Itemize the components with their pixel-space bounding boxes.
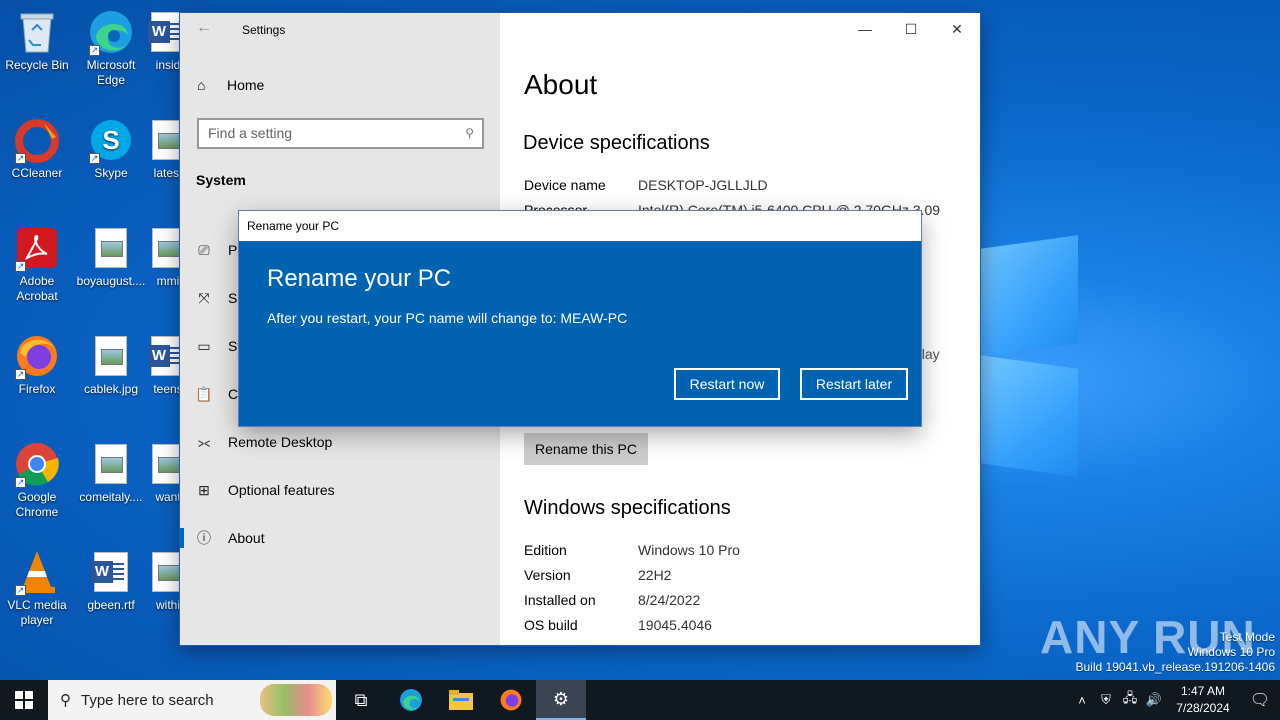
show-hidden-icons-icon[interactable]: ˄ (1070, 693, 1094, 708)
taskbar-edge-icon[interactable] (386, 680, 436, 720)
image-file-icon (87, 440, 135, 488)
desktop-icon-skype[interactable]: S ↗ Skype (74, 116, 148, 181)
vlc-icon: ↗ (13, 548, 61, 596)
clock[interactable]: 1:47 AM 7/28/2024 (1166, 683, 1240, 717)
defender-icon[interactable]: ⛨ (1094, 692, 1118, 708)
sidebar-item-home[interactable]: ⌂ Home (197, 77, 264, 93)
image-file-icon (87, 332, 135, 380)
taskbar-firefox-icon[interactable] (486, 680, 536, 720)
find-setting-input[interactable]: Find a setting ⚲ (197, 118, 484, 149)
remote-desktop-icon: ⪥ (197, 433, 211, 450)
volume-icon[interactable]: 🔊 (1142, 692, 1166, 708)
spec-row-installed-on: Installed on 8/24/2022 (524, 592, 701, 608)
search-icon: ⚲ (60, 692, 71, 709)
sidebar-item-optional-features[interactable]: ⊞ Optional features (180, 470, 500, 510)
rename-this-pc-button[interactable]: Rename this PC (524, 433, 648, 465)
windows-specifications-heading: Windows specifications (524, 497, 731, 519)
search-highlight-art (260, 684, 332, 716)
maximize-icon[interactable]: ☐ (888, 13, 934, 45)
close-icon[interactable]: ✕ (934, 13, 980, 45)
desktop-icon-firefox[interactable]: ↗ Firefox (0, 332, 74, 397)
page-title: About (524, 69, 598, 100)
network-icon[interactable]: 🖧 (1118, 689, 1142, 711)
task-view-icon[interactable]: ⧉ (336, 680, 386, 720)
dialog-heading: Rename your PC (267, 265, 452, 292)
components-icon: ▭ (197, 337, 211, 354)
system-tray: ˄ ⛨ 🖧 🔊 1:47 AM 7/28/2024 🗨 (1070, 680, 1280, 720)
window-controls: — ☐ ✕ (842, 13, 980, 45)
rename-pc-dialog: Rename your PC Rename your PC After you … (239, 211, 921, 426)
device-name-row: Device name DESKTOP-JGLLJLD (524, 177, 768, 193)
desktop-icon-ccleaner[interactable]: ↗ CCleaner (0, 116, 74, 181)
desktop-icon-comeitaly[interactable]: comeitaly.... (74, 440, 148, 505)
edge-icon: ↗ (87, 8, 135, 56)
shared-experiences-icon: ⤧ (198, 289, 210, 306)
projector-icon: ⎚ (198, 241, 210, 258)
dialog-message: After you restart, your PC name will cha… (267, 310, 628, 326)
sidebar-section-title: System (196, 172, 246, 188)
info-icon: ⓘ (197, 530, 211, 546)
windows-start-icon (15, 691, 33, 709)
dialog-title: Rename your PC (239, 211, 921, 241)
test-mode-text: Test Mode Windows 10 Pro Build 19041.vb_… (1075, 630, 1276, 674)
desktop-icon-recycle-bin[interactable]: Recycle Bin (0, 8, 74, 73)
notifications-icon[interactable]: 🗨 (1240, 690, 1280, 710)
taskbar-settings-icon[interactable]: ⚙ (536, 680, 586, 720)
image-file-icon (87, 224, 135, 272)
minimize-icon[interactable]: — (842, 13, 888, 45)
taskbar-search-box[interactable]: ⚲ Type here to search (48, 680, 336, 720)
search-icon: ⚲ (465, 126, 474, 140)
optional-features-icon: ⊞ (198, 481, 210, 498)
dialog-body: Rename your PC After you restart, your P… (239, 241, 921, 426)
svg-text:S: S (102, 125, 119, 155)
restart-later-button[interactable]: Restart later (800, 368, 908, 400)
ccleaner-icon: ↗ (13, 116, 61, 164)
firefox-icon: ↗ (13, 332, 61, 380)
device-specifications-heading: Device specifications (523, 132, 710, 154)
home-icon: ⌂ (197, 77, 206, 93)
desktop-icon-boyaugust[interactable]: boyaugust.... (74, 224, 148, 289)
spec-row-os-build: OS build 19045.4046 (524, 617, 712, 633)
desktop-icon-edge[interactable]: ↗ Microsoft Edge (74, 8, 148, 88)
sidebar-item-remote-desktop[interactable]: ⪥ Remote Desktop (180, 422, 500, 462)
acrobat-icon: ↗ (13, 224, 61, 272)
desktop-icon-gbeen[interactable]: W gbeen.rtf (74, 548, 148, 613)
restart-now-button[interactable]: Restart now (674, 368, 780, 400)
back-arrow-icon[interactable]: ← (196, 19, 212, 37)
clipboard-icon: 📋 (195, 385, 213, 402)
start-button[interactable] (0, 680, 48, 720)
window-title: Settings (242, 23, 286, 37)
recycle-bin-icon (13, 8, 61, 56)
chrome-icon: ↗ (13, 440, 61, 488)
desktop-icon-cablek[interactable]: cablek.jpg (74, 332, 148, 397)
skype-icon: S ↗ (87, 116, 135, 164)
desktop-icon-vlc[interactable]: ↗ VLC media player (0, 548, 74, 628)
sidebar-item-about[interactable]: ⓘ About (180, 518, 500, 558)
taskbar: ⚲ Type here to search ⧉ ⚙ ˄ ⛨ 🖧 🔊 1:47 A… (0, 680, 1280, 720)
desktop-icon-google-chrome[interactable]: ↗ Google Chrome (0, 440, 74, 520)
desktop-icon-adobe-acrobat[interactable]: ↗ Adobe Acrobat (0, 224, 74, 304)
spec-row-version: Version 22H2 (524, 567, 672, 583)
spec-row-edition: Edition Windows 10 Pro (524, 542, 740, 558)
word-document-icon: W (87, 548, 135, 596)
file-explorer-icon[interactable] (436, 680, 486, 720)
